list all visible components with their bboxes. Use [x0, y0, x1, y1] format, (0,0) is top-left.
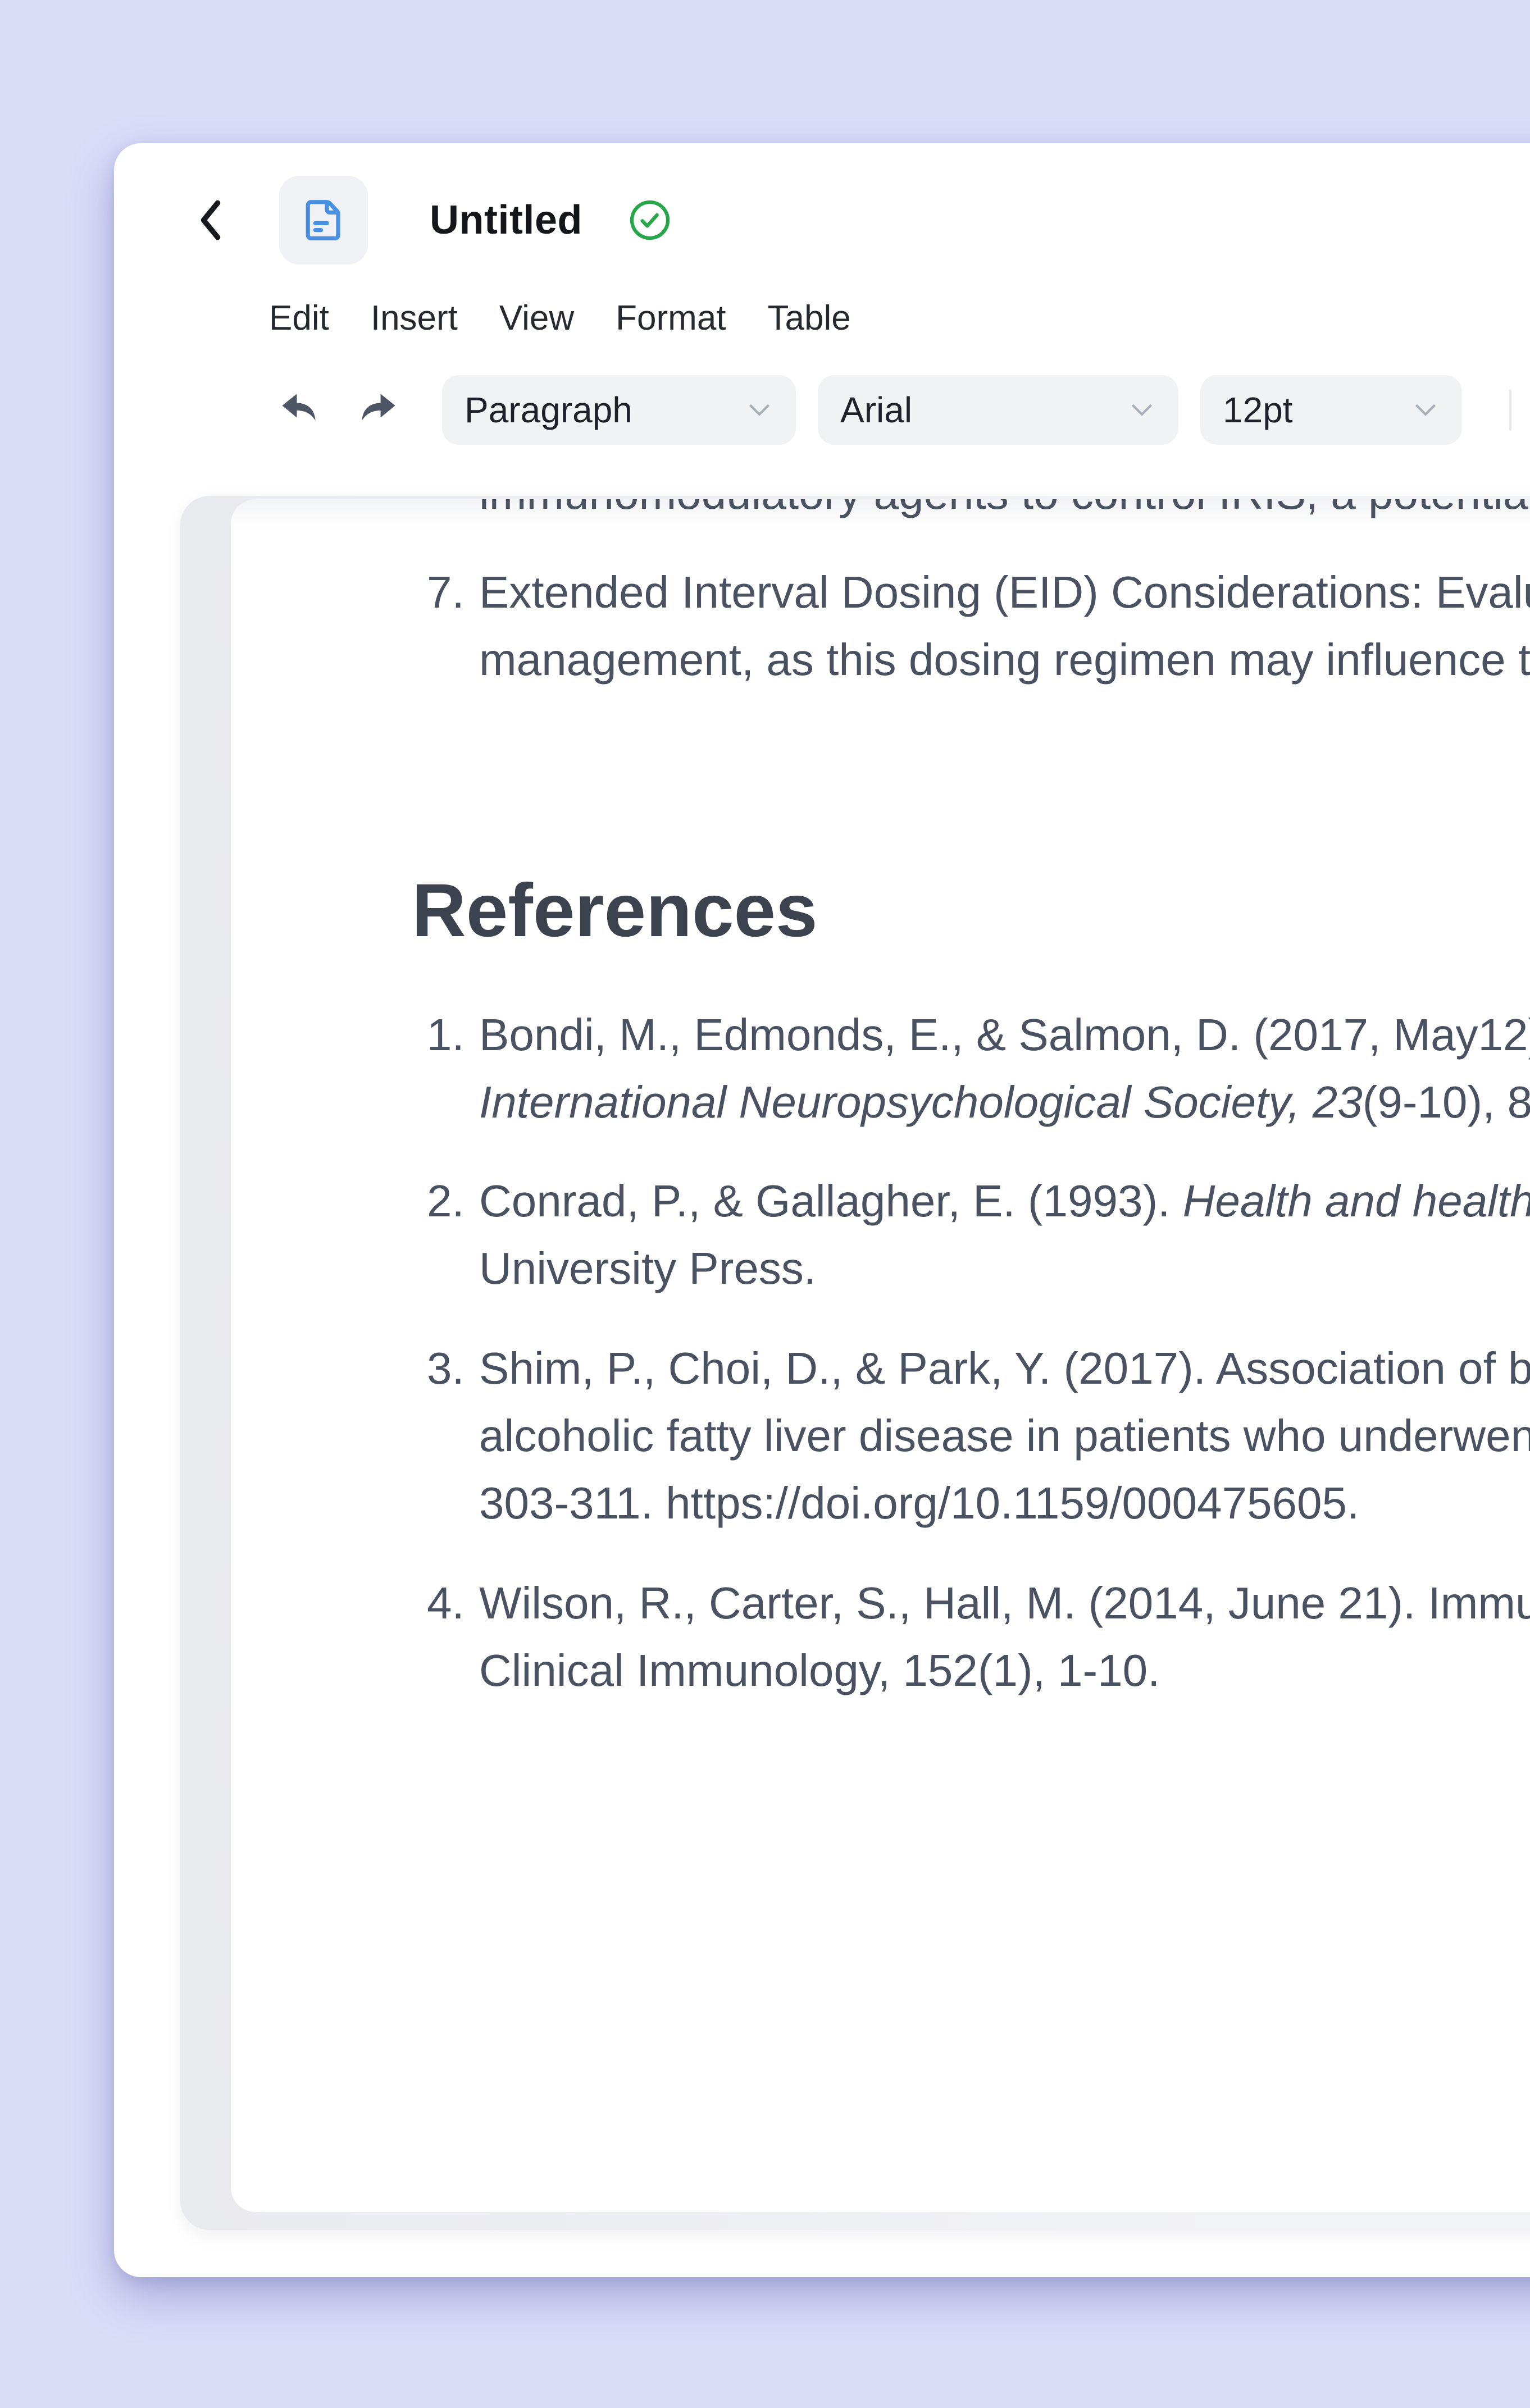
reference-line: International Neuropsychological Society…	[479, 1069, 1530, 1136]
menu-edit[interactable]: Edit	[269, 298, 329, 338]
document-icon	[298, 194, 349, 246]
chevron-down-icon	[748, 403, 771, 417]
font-size-value: 12pt	[1223, 389, 1293, 431]
document-page[interactable]: immunomodulatory agents to control IRIS,…	[231, 499, 1530, 2212]
journal-name-italic: International Neuropsychological Society…	[479, 1077, 1363, 1127]
list-number: 3.	[427, 1335, 479, 1402]
chevron-down-icon	[1414, 403, 1437, 417]
redo-icon	[356, 391, 400, 428]
reference-item: 3. Shim, P., Choi, D., & Park, Y. (2017)…	[427, 1335, 1530, 1537]
document-icon-button[interactable]	[279, 176, 368, 264]
list-item-line: management, as this dosing regimen may i…	[479, 626, 1530, 694]
reference-line-regular: Conrad, P., & Gallagher, E. (1993).	[479, 1176, 1183, 1226]
page-title: Untitled	[430, 197, 582, 243]
undo-button[interactable]	[277, 387, 322, 432]
reference-line: Conrad, P., & Gallagher, E. (1993). Heal…	[479, 1167, 1530, 1235]
list-item-line: Extended Interval Dosing (EID) Considera…	[479, 559, 1530, 626]
book-title-italic: Health and health ca	[1183, 1176, 1530, 1226]
font-family-value: Arial	[840, 389, 912, 431]
reference-line: alcoholic fatty liver disease in patient…	[479, 1402, 1530, 1470]
font-family-dropdown[interactable]: Arial	[818, 375, 1178, 445]
menu-bar: Edit Insert View Format Table	[269, 294, 851, 342]
redo-button[interactable]	[356, 387, 400, 432]
toolbar-divider	[1509, 389, 1511, 431]
list-number: 4.	[427, 1570, 479, 1637]
back-button[interactable]	[193, 189, 229, 251]
document-content: immunomodulatory agents to control IRIS,…	[231, 499, 1530, 2212]
reference-line: University Press.	[479, 1235, 1530, 1302]
reference-line: Shim, P., Choi, D., & Park, Y. (2017). A…	[479, 1335, 1530, 1402]
reference-line: 303-311. https://doi.org/10.1159/0004756…	[479, 1470, 1530, 1537]
document-canvas: immunomodulatory agents to control IRIS,…	[180, 496, 1530, 2230]
menu-format[interactable]: Format	[616, 298, 726, 338]
reference-line: Clinical Immunology, 152(1), 1-10.	[479, 1637, 1530, 1704]
reference-line-rest: (9-10), 818	[1363, 1077, 1530, 1127]
undo-icon	[277, 391, 321, 428]
list-item: 7. Extended Interval Dosing (EID) Consid…	[427, 559, 1530, 694]
reference-line: Bondi, M., Edmonds, E., & Salmon, D. (20…	[479, 1001, 1530, 1069]
paragraph-style-dropdown[interactable]: Paragraph	[442, 375, 796, 445]
menu-insert[interactable]: Insert	[371, 298, 458, 338]
font-size-dropdown[interactable]: 12pt	[1200, 375, 1462, 445]
menu-view[interactable]: View	[499, 298, 574, 338]
window-header: Untitled	[193, 175, 672, 265]
reference-item: 1. Bondi, M., Edmonds, E., & Salmon, D. …	[427, 1001, 1530, 1136]
menu-table[interactable]: Table	[768, 298, 851, 338]
list-number: 7.	[427, 559, 479, 626]
chevron-left-icon	[195, 198, 226, 242]
clipped-text-line: immunomodulatory agents to control IRIS,…	[479, 499, 1530, 527]
chevron-down-icon	[1130, 403, 1154, 417]
list-number: 1.	[427, 1001, 479, 1069]
reference-item: 2. Conrad, P., & Gallagher, E. (1993). H…	[427, 1167, 1530, 1302]
saved-check-icon	[627, 198, 672, 243]
references-heading: References	[412, 869, 818, 953]
paragraph-style-value: Paragraph	[465, 389, 632, 431]
toolbar: Paragraph Arial 12pt	[277, 375, 1511, 445]
reference-item: 4. Wilson, R., Carter, S., Hall, M. (201…	[427, 1570, 1530, 1704]
reference-line: Wilson, R., Carter, S., Hall, M. (2014, …	[479, 1570, 1530, 1637]
list-number: 2.	[427, 1167, 479, 1235]
editor-window: Untitled Edit Insert View Format Table	[114, 143, 1530, 2277]
desktop-background: Untitled Edit Insert View Format Table	[0, 0, 1530, 2408]
